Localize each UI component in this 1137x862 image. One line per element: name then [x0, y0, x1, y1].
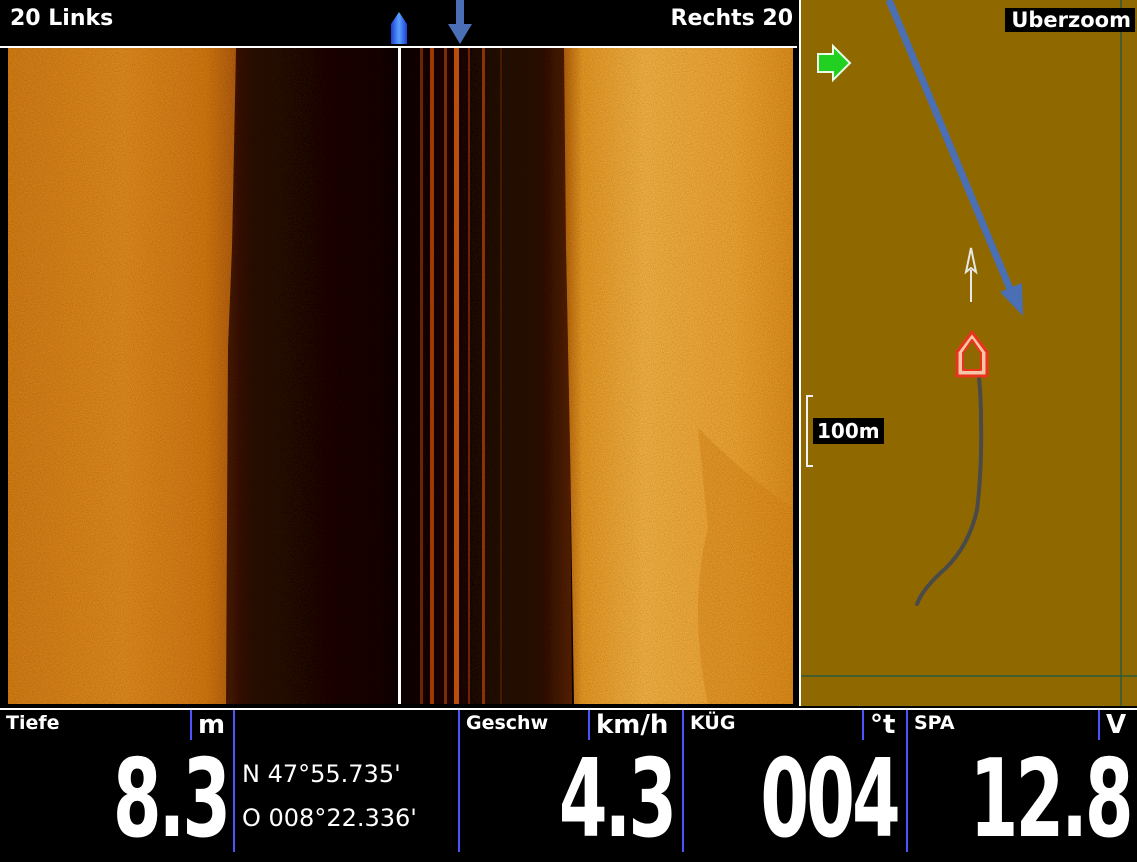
boat-marker-icon [391, 12, 407, 44]
chart-view[interactable]: Uberzoom 100m [799, 0, 1137, 706]
voltage-title: SPA [914, 712, 955, 734]
course-title: KÜG [690, 712, 736, 734]
right-range-label: Rechts 20 [670, 6, 793, 31]
course-readout[interactable]: KÜG °t 004 [684, 710, 906, 856]
depth-title: Tiefe [6, 712, 60, 734]
chart-canvas [801, 0, 1137, 706]
zoom-label: Uberzoom [1005, 8, 1135, 32]
voltage-value: 12.8 [969, 737, 1134, 862]
side-imaging-view[interactable]: 20 Links Rechts 20 [0, 0, 797, 706]
speed-title: Geschw [466, 712, 549, 734]
separator [233, 710, 235, 852]
boat-track [915, 350, 984, 606]
speed-value: 4.3 [558, 737, 677, 862]
annotation-arrow-icon [448, 0, 472, 44]
longitude-value: O 008°22.336' [242, 804, 417, 832]
depth-unit: m [190, 710, 225, 740]
digital-readout-bar: Tiefe m 8.3 N 47°55.735' O 008°22.336' G… [0, 708, 1137, 856]
speed-unit: km/h [588, 710, 668, 740]
annotation-arrow-icon [885, 0, 1023, 316]
depth-readout[interactable]: Tiefe m 8.3 [0, 710, 234, 856]
voltage-unit: V [1098, 710, 1126, 740]
sonar-image [8, 48, 793, 704]
left-range-label: 20 Links [10, 6, 114, 31]
position-readout[interactable]: N 47°55.735' O 008°22.336' [236, 710, 458, 852]
latitude-value: N 47°55.735' [242, 760, 401, 788]
voltage-readout[interactable]: SPA V 12.8 [908, 710, 1137, 856]
depth-value: 8.3 [112, 737, 231, 862]
green-arrow-icon[interactable] [817, 43, 852, 83]
scale-label: 100m [813, 418, 884, 444]
north-arrow-icon [964, 247, 978, 302]
course-value: 004 [760, 737, 901, 862]
speed-readout[interactable]: Geschw km/h 4.3 [460, 710, 682, 856]
sonar-header: 20 Links Rechts 20 [0, 0, 797, 48]
boat-position-icon [955, 330, 989, 378]
course-unit: °t [862, 710, 895, 740]
